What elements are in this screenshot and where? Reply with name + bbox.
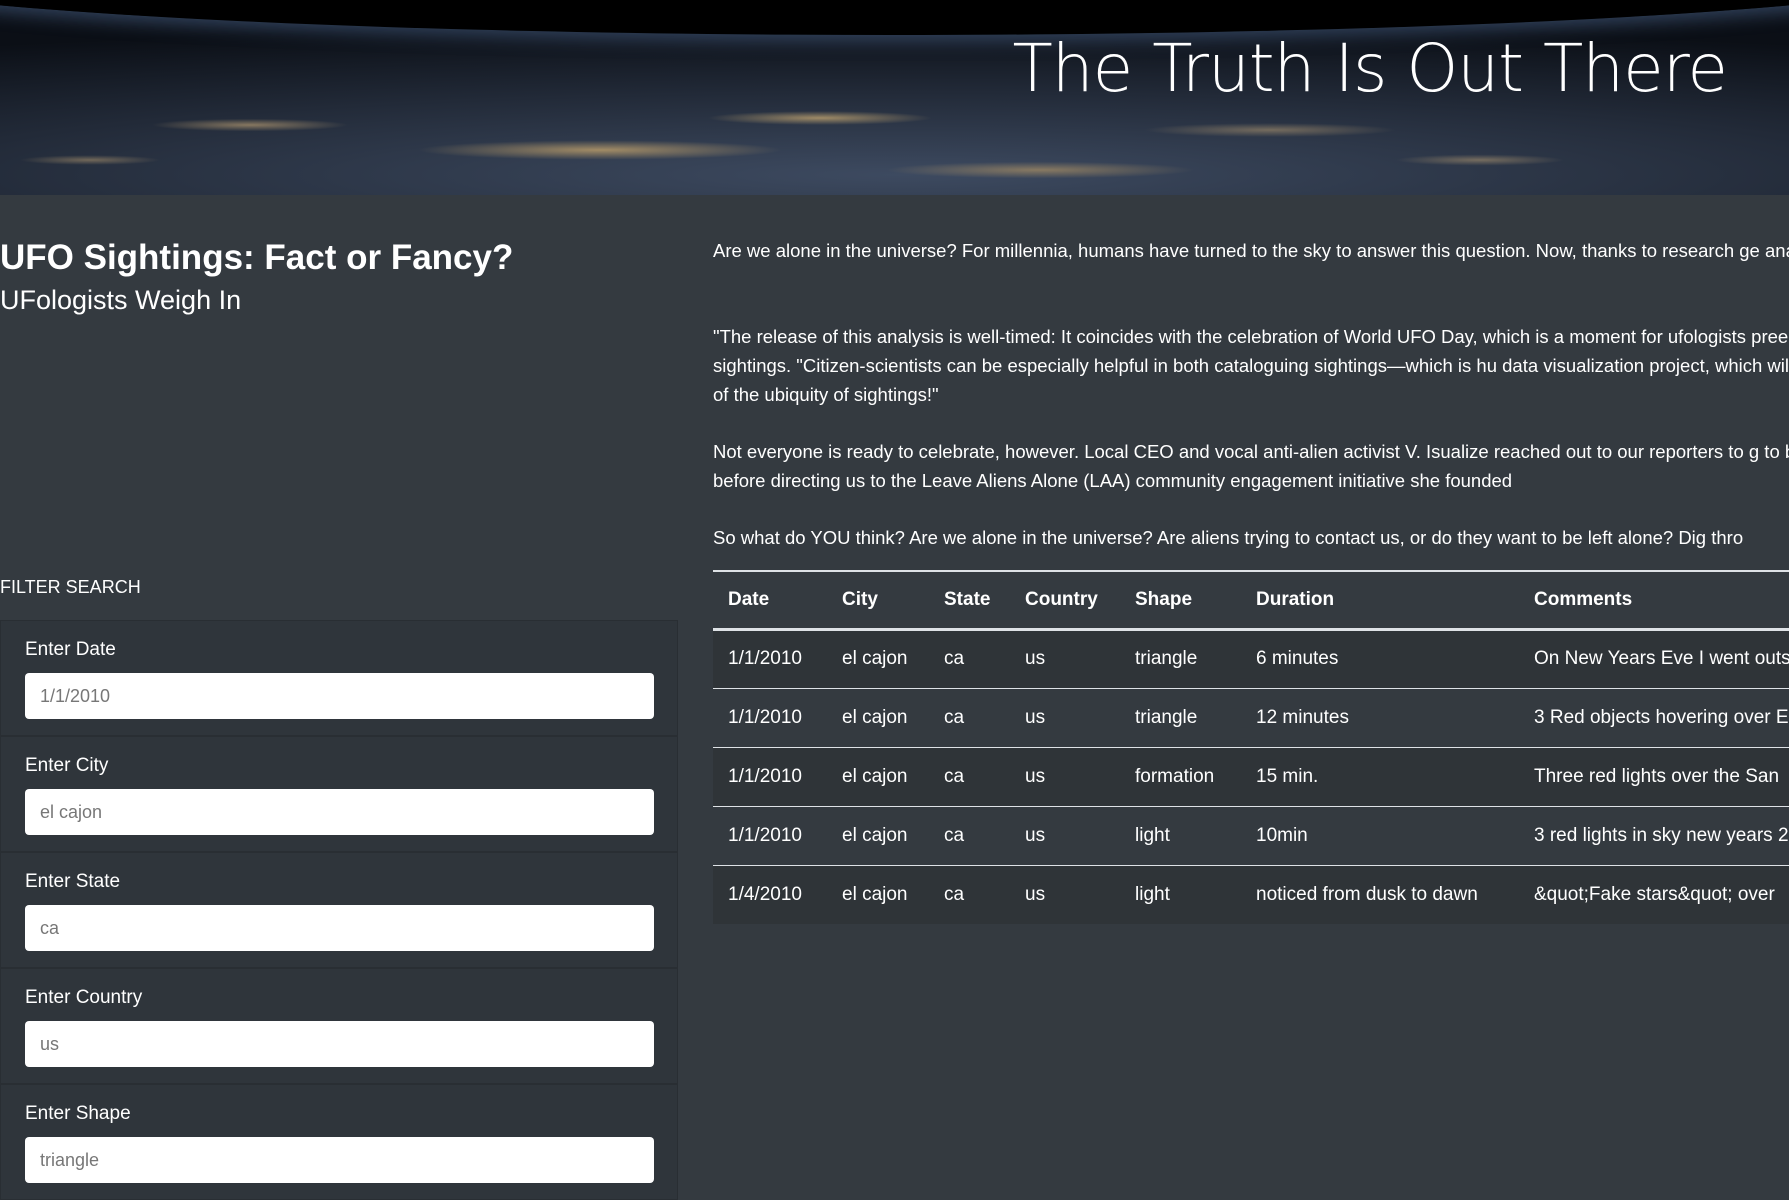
table-row: 1/1/2010 el cajon ca us formation 15 min… bbox=[713, 747, 1789, 807]
column-header-duration: Duration bbox=[1241, 571, 1519, 631]
table-body: 1/1/2010 el cajon ca us triangle 6 minut… bbox=[713, 629, 1789, 924]
cell-city: el cajon bbox=[827, 688, 929, 748]
table-row: 1/1/2010 el cajon ca us light 10min 3 re… bbox=[713, 806, 1789, 866]
table-header: Date City State Country Shape Duration C… bbox=[713, 571, 1789, 631]
cell-country: us bbox=[1010, 806, 1120, 866]
main-content: Are we alone in the universe? For millen… bbox=[713, 195, 1789, 1198]
cell-comments: &quot;Fake stars&quot; over bbox=[1534, 883, 1775, 905]
date-filter-label: Enter Date bbox=[25, 639, 116, 660]
state-filter-input[interactable] bbox=[25, 905, 654, 951]
cell-comments: 3 Red objects hovering over E bbox=[1519, 688, 1789, 748]
cell-shape: light bbox=[1135, 883, 1170, 905]
cell-date: 1/1/2010 bbox=[713, 629, 827, 689]
table-row: 1/1/2010 el cajon ca us triangle 6 minut… bbox=[713, 629, 1789, 689]
cell-city: el cajon bbox=[827, 806, 929, 866]
column-header-country: Country bbox=[1010, 571, 1120, 631]
filter-item-shape: Enter Shape bbox=[0, 1084, 678, 1200]
cell-city: el cajon bbox=[842, 883, 908, 905]
site-title: The Truth Is Out There bbox=[1012, 30, 1728, 107]
cell-comments: Three red lights over the San bbox=[1519, 747, 1789, 807]
column-header-date: Date bbox=[713, 571, 827, 631]
cell-state: ca bbox=[929, 688, 1010, 748]
filter-search-heading: FILTER SEARCH bbox=[0, 577, 141, 597]
date-filter-input[interactable] bbox=[25, 673, 654, 719]
shape-filter-input[interactable] bbox=[25, 1137, 654, 1183]
table-row: 1/1/2010 el cajon ca us triangle 12 minu… bbox=[713, 688, 1789, 748]
city-filter-input[interactable] bbox=[25, 789, 654, 835]
filter-item-state: Enter State bbox=[0, 852, 678, 968]
cell-state: ca bbox=[929, 629, 1010, 689]
cell-city: el cajon bbox=[827, 747, 929, 807]
column-header-comments: Comments bbox=[1519, 571, 1789, 631]
cell-country: us bbox=[1010, 747, 1120, 807]
cell-shape: light bbox=[1120, 806, 1241, 866]
cell-duration: noticed from dusk to dawn bbox=[1256, 883, 1478, 905]
cell-date: 1/1/2010 bbox=[713, 806, 827, 866]
cell-country: us bbox=[1025, 883, 1046, 905]
city-filter-label: Enter City bbox=[25, 755, 109, 776]
table-row: 1/4/2010 el cajon ca us light noticed fr… bbox=[713, 865, 1789, 924]
country-filter-input[interactable] bbox=[25, 1021, 654, 1067]
column-header-shape: Shape bbox=[1120, 571, 1241, 631]
table-header-row: Date City State Country Shape Duration C… bbox=[713, 571, 1789, 631]
cell-date: 1/1/2010 bbox=[713, 747, 827, 807]
cell-duration: 12 minutes bbox=[1241, 688, 1519, 748]
column-header-state: State bbox=[929, 571, 1010, 631]
cell-date: 1/1/2010 bbox=[713, 688, 827, 748]
cell-shape: triangle bbox=[1120, 629, 1241, 689]
cell-duration: 15 min. bbox=[1241, 747, 1519, 807]
cell-state: ca bbox=[929, 747, 1010, 807]
ufo-sightings-table: Date City State Country Shape Duration C… bbox=[713, 570, 1789, 924]
article-paragraph: So what do YOU think? Are we alone in th… bbox=[713, 527, 1744, 548]
cell-country: us bbox=[1010, 688, 1120, 748]
shape-filter-label: Enter Shape bbox=[25, 1103, 131, 1124]
article-paragraph: Are we alone in the universe? For millen… bbox=[713, 240, 1789, 261]
column-header-city: City bbox=[827, 571, 929, 631]
article-paragraph: Not everyone is ready to celebrate, howe… bbox=[713, 441, 1789, 491]
filter-item-date: Enter Date bbox=[0, 620, 678, 736]
cell-duration: 10min bbox=[1241, 806, 1519, 866]
filter-item-city: Enter City bbox=[0, 736, 678, 852]
cell-country: us bbox=[1010, 629, 1120, 689]
cell-state: ca bbox=[929, 806, 1010, 866]
cell-shape: triangle bbox=[1120, 688, 1241, 748]
cell-state: ca bbox=[944, 883, 965, 905]
state-filter-label: Enter State bbox=[25, 871, 121, 892]
cell-comments: 3 red lights in sky new years 2 bbox=[1519, 806, 1789, 866]
article-paragraph: "The release of this analysis is well-ti… bbox=[713, 326, 1789, 405]
filter-list: Enter Date Enter City Enter State Enter … bbox=[0, 620, 678, 1200]
cell-duration: 6 minutes bbox=[1241, 629, 1519, 689]
cell-date: 1/4/2010 bbox=[728, 883, 802, 905]
cell-comments: On New Years Eve I went outs bbox=[1519, 629, 1789, 689]
cell-city: el cajon bbox=[827, 629, 929, 689]
country-filter-label: Enter Country bbox=[25, 987, 143, 1008]
filter-item-country: Enter Country bbox=[0, 968, 678, 1084]
cell-shape: formation bbox=[1120, 747, 1241, 807]
page-headline: UFO Sightings: Fact or Fancy? bbox=[0, 238, 514, 277]
hero-banner: The Truth Is Out There bbox=[0, 0, 1789, 195]
page-subheadline: UFologists Weigh In bbox=[0, 285, 242, 315]
